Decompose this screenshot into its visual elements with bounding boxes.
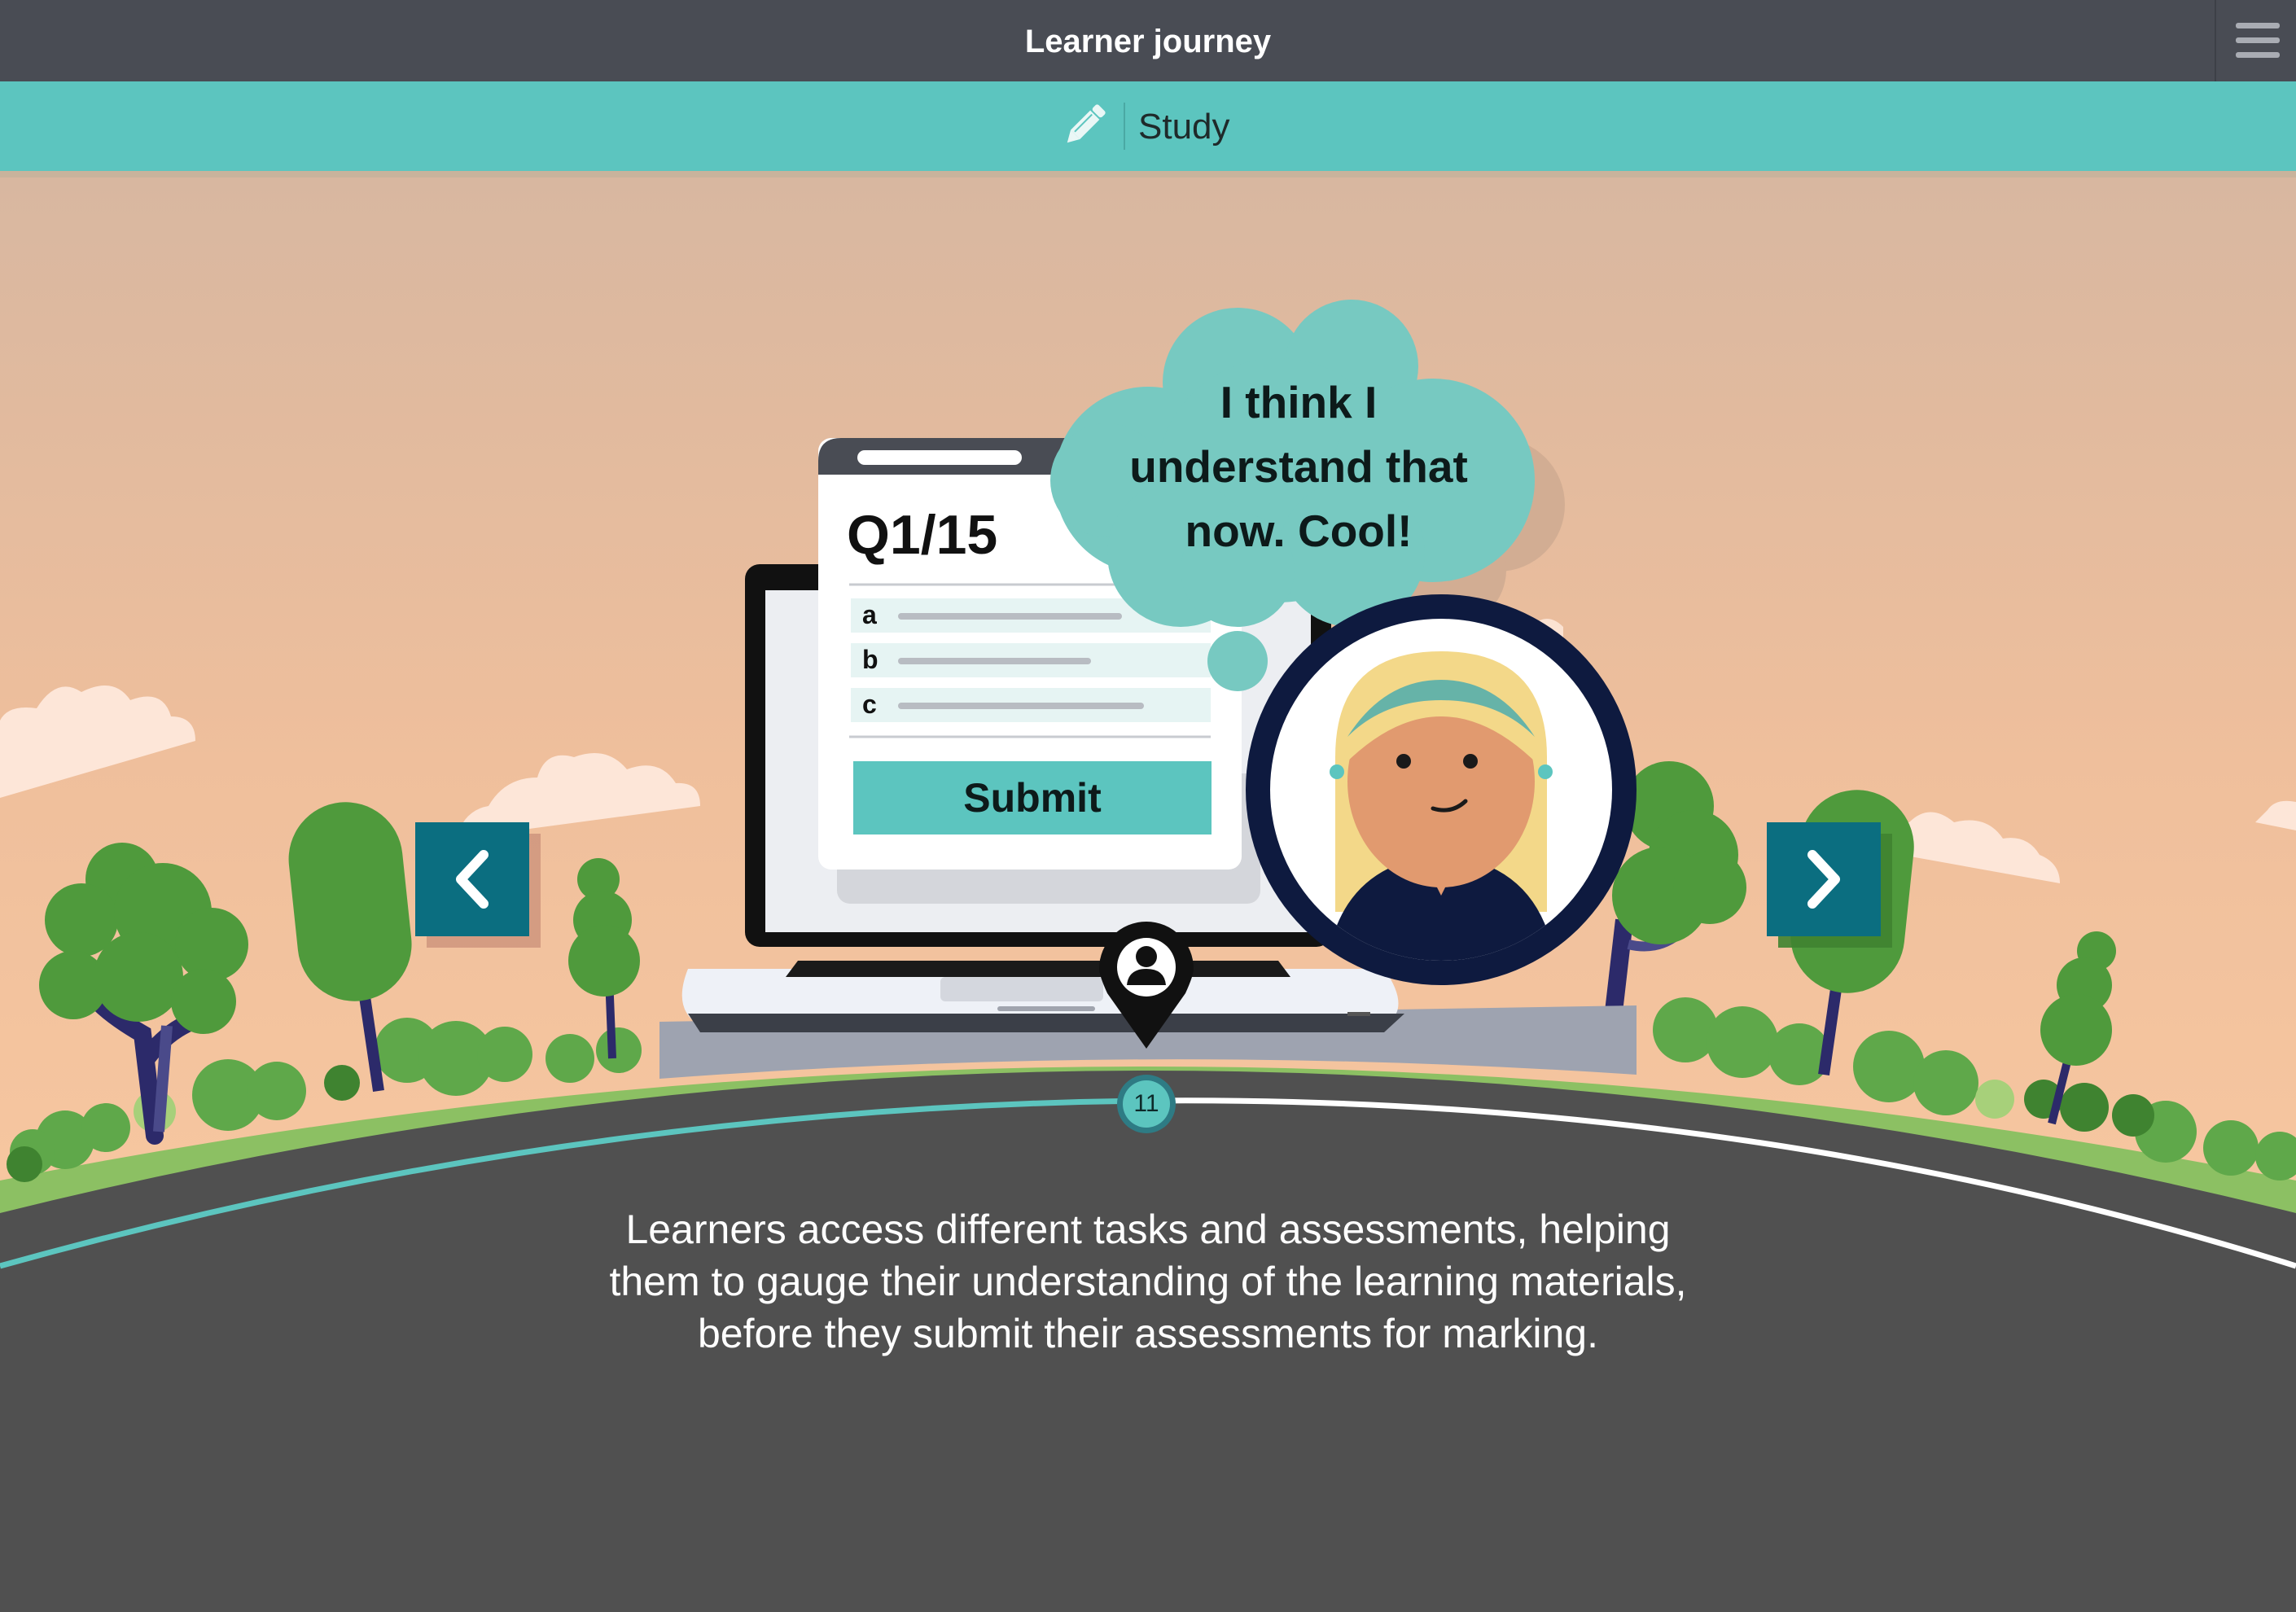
step-number: 11 [1133, 1090, 1159, 1117]
chevron-left-icon [456, 850, 489, 909]
page-title: Learner journey [1024, 24, 1272, 59]
next-button[interactable] [1767, 822, 1892, 948]
thought-line: I think I [1220, 377, 1378, 427]
thought-line: understand that [1129, 441, 1468, 492]
previous-button[interactable] [415, 822, 541, 948]
step-description: Learners access different tasks and asse… [497, 1203, 1799, 1360]
top-bar: Learner journey [0, 0, 2296, 81]
caption-line: before they submit their assessments for… [697, 1311, 1598, 1356]
learner-journey-app: Learner journey Study Q1/15 a b c Submit… [0, 0, 2296, 1612]
caption-line: Learners access different tasks and asse… [625, 1207, 1671, 1252]
hamburger-menu-icon [2236, 23, 2280, 28]
option-a-label: a [862, 600, 877, 629]
pencil-icon [1067, 104, 1106, 143]
chevron-right-icon [1807, 850, 1840, 909]
section-divider [1124, 103, 1125, 150]
section-label: Study [1138, 107, 1230, 147]
submit-button: Submit [853, 761, 1212, 834]
option-c-label: c [862, 690, 877, 719]
question-counter: Q1/15 [847, 504, 998, 566]
thought-bubble-text: I think I understand that now. Cool! [1099, 370, 1498, 563]
thought-line: now. Cool! [1185, 506, 1413, 556]
menu-button[interactable] [2215, 0, 2296, 81]
section-bar: Study [0, 81, 2296, 177]
option-b-label: b [862, 645, 879, 674]
learner-avatar-illustration [1246, 594, 1637, 985]
caption-line: them to gauge their understanding of the… [609, 1259, 1687, 1304]
